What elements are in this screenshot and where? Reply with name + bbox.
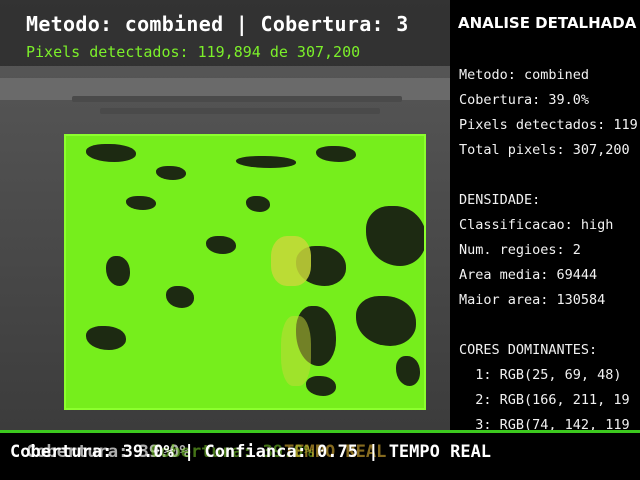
panel-line-classification: Classificacao: high	[459, 217, 614, 233]
panel-title: ANALISE DETALHADA	[458, 14, 637, 32]
panel-line-max-area: Maior area: 130584	[459, 292, 606, 308]
detection-mask	[64, 134, 426, 410]
panel-section-density: DENSIDADE:	[459, 192, 541, 208]
panel-line-method: Metodo: combined	[459, 67, 590, 83]
panel-color-2: 2: RGB(166, 211, 19	[459, 392, 630, 408]
panel-line-pixels-detected: Pixels detectados: 119	[459, 117, 638, 133]
panel-line-regions: Num. regioes: 2	[459, 242, 581, 258]
panel-color-1: 1: RGB(25, 69, 48)	[459, 367, 622, 383]
header-title: Metodo: combined | Cobertura: 3	[26, 12, 409, 36]
header-subtitle: Pixels detectados: 119,894 de 307,200	[26, 43, 361, 61]
analysis-viewport: Metodo: combined | Cobertura: 3 Pixels d…	[0, 0, 640, 480]
panel-section-colors: CORES DOMINANTES:	[459, 342, 598, 358]
panel-line-mean-area: Area media: 69444	[459, 267, 598, 283]
detail-panel: ANALISE DETALHADA Metodo: combined Cober…	[450, 0, 640, 430]
panel-line-coverage: Cobertura: 39.0%	[459, 92, 590, 108]
background-text-line	[100, 108, 380, 114]
status-text: Cobertura: 39.0% | Confianca: 0.75 | TEM…	[10, 442, 492, 462]
panel-color-3: 3: RGB(74, 142, 119	[459, 417, 630, 430]
background-text-line	[72, 96, 402, 102]
panel-line-total-pixels: Total pixels: 307,200	[459, 142, 630, 158]
